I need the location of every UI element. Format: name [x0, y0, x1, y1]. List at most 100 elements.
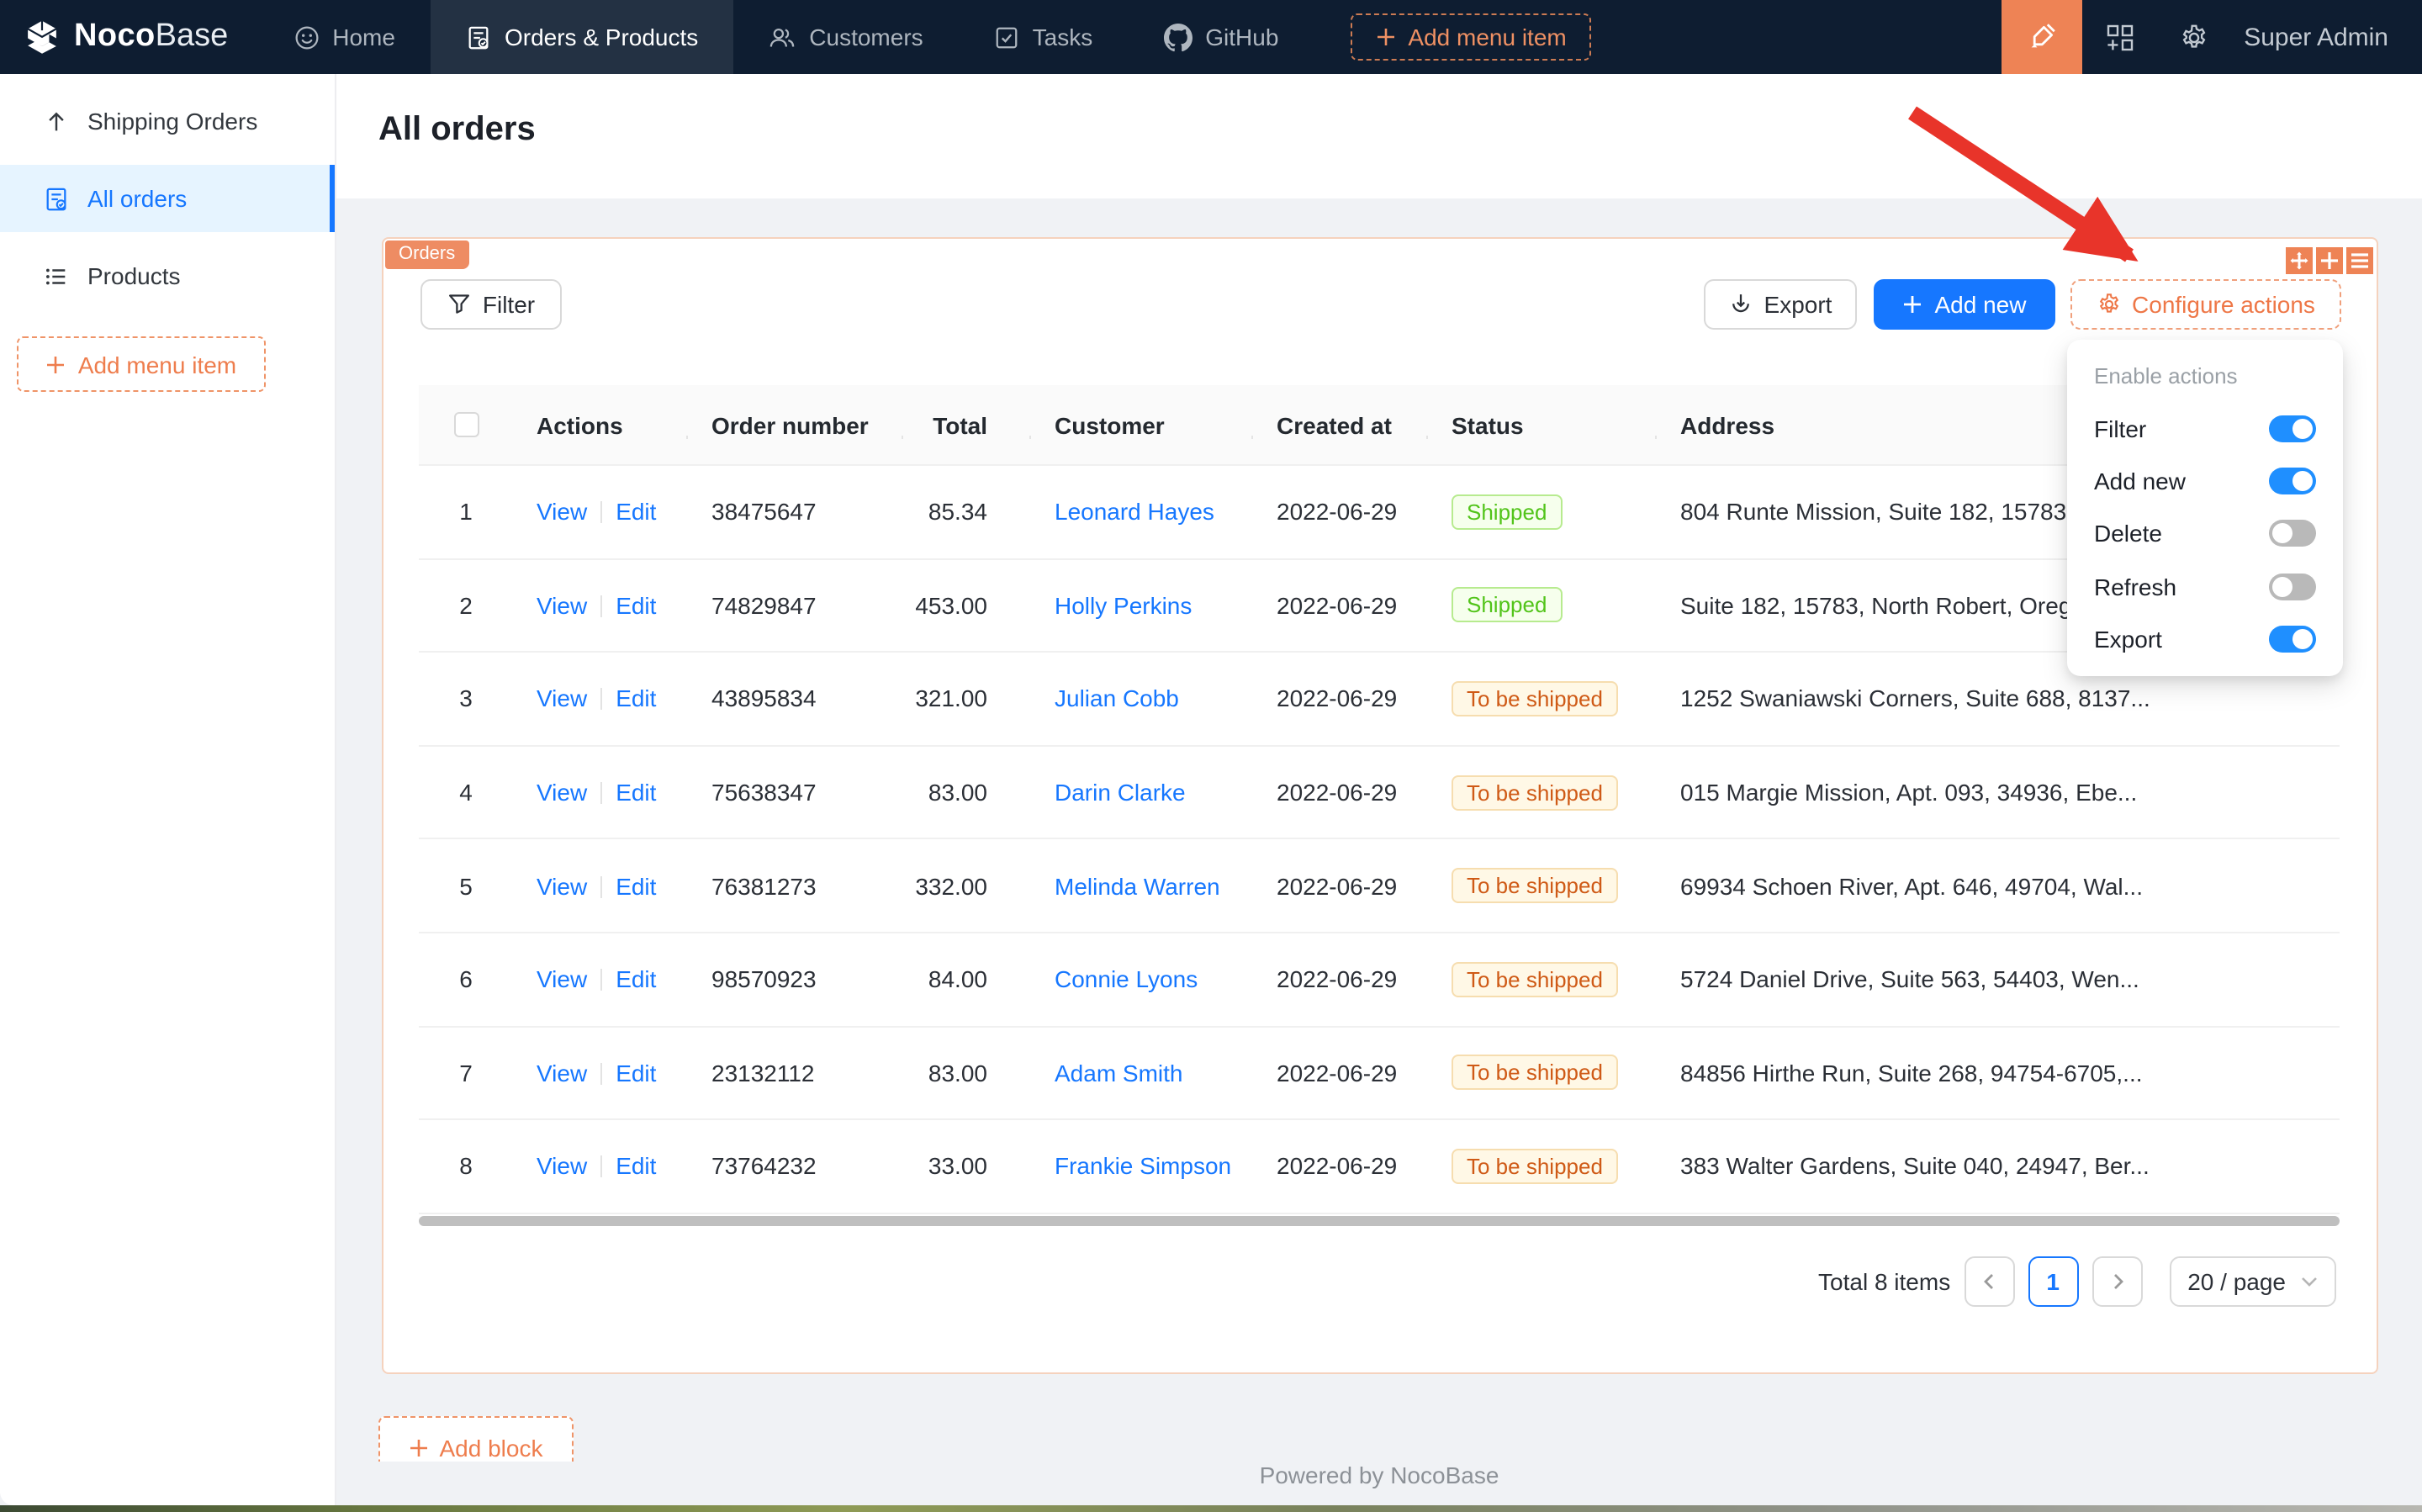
filter-button[interactable]: Filter — [420, 279, 562, 330]
add-block-icon[interactable] — [2316, 247, 2343, 274]
table-row: 4 ViewEdit 75638347 83.00 Darin Clarke 2… — [419, 747, 2340, 840]
link-divider — [600, 875, 602, 897]
customer-cell: Darin Clarke — [1031, 779, 1253, 806]
edit-link[interactable]: Edit — [616, 499, 656, 526]
sidebar-item-shipping-orders[interactable]: Shipping Orders — [0, 87, 335, 155]
status-cell: To be shipped — [1428, 962, 1657, 997]
page-1-button[interactable]: 1 — [2028, 1256, 2078, 1307]
page-header: All orders — [336, 74, 2422, 198]
view-link[interactable]: View — [537, 685, 587, 712]
order-number-cell: 73764232 — [688, 1153, 903, 1180]
settings-button[interactable] — [2156, 0, 2230, 74]
toggle-switch[interactable] — [2269, 521, 2316, 547]
customer-cell: Julian Cobb — [1031, 685, 1253, 712]
orders-table: Actions Order number Total Customer Crea… — [419, 385, 2340, 1214]
toggle-switch[interactable] — [2269, 415, 2316, 441]
nav-add-menu-item-button[interactable]: Add menu item — [1351, 13, 1591, 61]
edit-link[interactable]: Edit — [616, 872, 656, 899]
add-new-button[interactable]: Add new — [1874, 279, 2055, 330]
view-link[interactable]: View — [537, 1060, 587, 1086]
edit-link[interactable]: Edit — [616, 779, 656, 806]
edit-link[interactable]: Edit — [616, 685, 656, 712]
row-actions: View Edit — [513, 685, 688, 712]
view-link[interactable]: View — [537, 499, 587, 526]
nav-item-customers[interactable]: Customers — [733, 0, 958, 74]
switch-knob — [2272, 524, 2292, 544]
block-designer-toolbar — [2286, 247, 2373, 274]
nav-item-tasks[interactable]: Tasks — [959, 0, 1129, 74]
export-button[interactable]: Export — [1704, 279, 1857, 330]
edit-link[interactable]: Edit — [616, 592, 656, 619]
table-row: 8 ViewEdit 73764232 33.00 Frankie Simpso… — [419, 1120, 2340, 1213]
page-title: All orders — [378, 111, 536, 150]
toggle-switch[interactable] — [2269, 626, 2316, 653]
created-at-cell: 2022-06-29 — [1253, 1153, 1428, 1180]
toggle-switch[interactable] — [2269, 574, 2316, 600]
view-link[interactable]: View — [537, 1153, 587, 1180]
nav-item-home[interactable]: Home — [258, 0, 431, 74]
prev-page-button[interactable] — [1964, 1256, 2014, 1307]
toggle-label: Filter — [2094, 415, 2146, 441]
row-actions: View Edit — [513, 872, 688, 899]
plus-icon — [1903, 294, 1923, 315]
customer-link[interactable]: Adam Smith — [1055, 1060, 1183, 1086]
sidebar-add-menu-item-button[interactable]: Add menu item — [17, 336, 266, 392]
customer-link[interactable]: Leonard Hayes — [1055, 499, 1214, 526]
brand-light: Base — [156, 19, 229, 56]
customer-link[interactable]: Julian Cobb — [1055, 685, 1179, 712]
view-link[interactable]: View — [537, 779, 587, 806]
gear-icon — [2179, 23, 2208, 51]
page-size-value: 20 / page — [2187, 1268, 2286, 1295]
toggle-switch[interactable] — [2269, 468, 2316, 494]
order-number-cell: 74829847 — [688, 592, 903, 619]
page-size-select[interactable]: 20 / page — [2169, 1256, 2336, 1307]
customer-cell: Connie Lyons — [1031, 966, 1253, 993]
link-divider — [600, 595, 602, 617]
view-link[interactable]: View — [537, 592, 587, 619]
total-cell: 33.00 — [903, 1153, 1031, 1180]
configure-actions-button[interactable]: Configure actions — [2070, 279, 2341, 330]
select-all-checkbox[interactable] — [453, 412, 479, 437]
switch-knob — [2292, 418, 2313, 438]
drag-handle-icon[interactable] — [2286, 247, 2313, 274]
dropdown-toggle-row[interactable]: Export — [2094, 613, 2316, 666]
user-menu[interactable]: Super Admin — [2230, 0, 2422, 74]
list-icon — [44, 263, 69, 288]
customer-link[interactable]: Darin Clarke — [1055, 779, 1186, 806]
desktop-wallpaper-strip — [0, 1505, 2422, 1512]
total-cell: 321.00 — [903, 685, 1031, 712]
customer-link[interactable]: Holly Perkins — [1055, 592, 1192, 619]
dropdown-toggle-row[interactable]: Delete — [2094, 508, 2316, 561]
address-cell: 69934 Schoen River, Apt. 646, 49704, Wal… — [1657, 872, 2340, 899]
nav-item-orders-products[interactable]: Orders & Products — [431, 0, 733, 74]
next-page-button[interactable] — [2091, 1256, 2142, 1307]
created-at-cell: 2022-06-29 — [1253, 872, 1428, 899]
nav-item-github[interactable]: GitHub — [1128, 0, 1314, 74]
plugins-button[interactable] — [2082, 0, 2156, 74]
edit-link[interactable]: Edit — [616, 1060, 656, 1086]
dropdown-toggle-row[interactable]: Refresh — [2094, 560, 2316, 613]
table-row: 5 ViewEdit 76381273 332.00 Melinda Warre… — [419, 840, 2340, 933]
edit-link[interactable]: Edit — [616, 1153, 656, 1180]
status-badge: To be shipped — [1452, 868, 1618, 903]
customer-link[interactable]: Frankie Simpson — [1055, 1153, 1231, 1180]
dropdown-toggle-row[interactable]: Filter — [2094, 402, 2316, 455]
dropdown-toggle-row[interactable]: Add new — [2094, 455, 2316, 508]
ui-editor-button[interactable] — [2002, 0, 2082, 74]
sidebar-item-products[interactable]: Products — [0, 242, 335, 309]
table-horizontal-scrollbar[interactable] — [419, 1216, 2340, 1226]
view-link[interactable]: View — [537, 872, 587, 899]
sidebar-item-all-orders[interactable]: All orders — [0, 165, 335, 232]
total-cell: 453.00 — [903, 592, 1031, 619]
view-link[interactable]: View — [537, 966, 587, 993]
order-number-cell: 76381273 — [688, 872, 903, 899]
customer-link[interactable]: Connie Lyons — [1055, 966, 1198, 993]
block-menu-icon[interactable] — [2346, 247, 2373, 274]
toggle-label: Add new — [2094, 468, 2186, 494]
edit-link[interactable]: Edit — [616, 966, 656, 993]
add-block-button[interactable]: Add block — [378, 1416, 574, 1462]
block-collection-tag: Orders — [385, 241, 468, 269]
nocobase-logo[interactable]: NocoBase — [0, 0, 258, 74]
export-button-label: Export — [1764, 291, 1832, 318]
customer-link[interactable]: Melinda Warren — [1055, 872, 1220, 899]
